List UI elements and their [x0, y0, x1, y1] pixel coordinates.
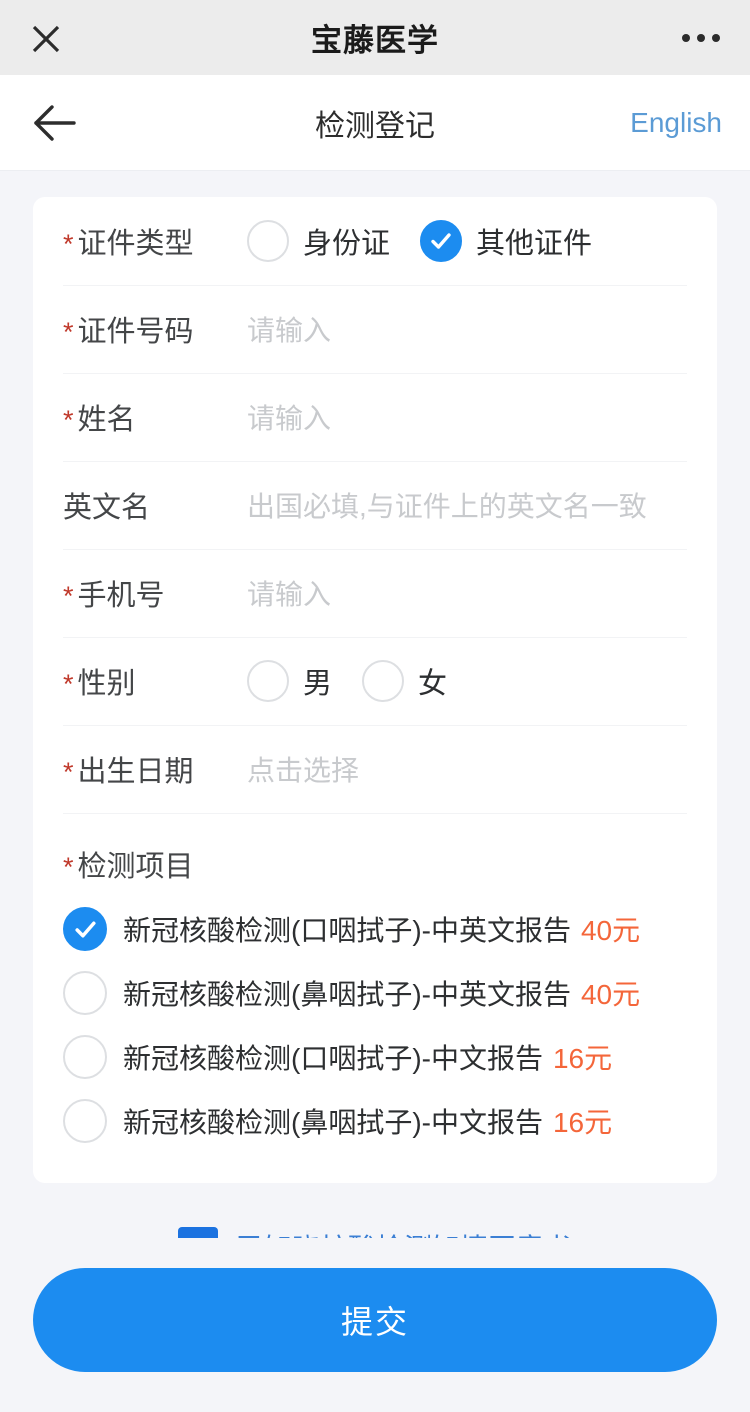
field-control-id-number[interactable]: 请输入: [247, 309, 687, 349]
radio-circle-icon: [247, 660, 289, 702]
radio-option-label: 其他证件: [476, 228, 593, 260]
radio-circle-icon: [63, 971, 107, 1015]
more-options-icon[interactable]: [682, 33, 720, 42]
test-item-price: 16元: [552, 1107, 613, 1138]
required-asterisk: *: [63, 669, 74, 699]
close-icon[interactable]: [26, 18, 66, 58]
phone-input[interactable]: 请输入: [247, 573, 331, 613]
field-row-id-number[interactable]: * 证件号码 请输入: [33, 285, 717, 373]
registration-form-card: * 证件类型 身份证 其他证件 * 证件号码 请输入 * 姓名 请输入 英文名 …: [33, 197, 717, 1183]
test-item-name: 新冠核酸检测(鼻咽拭子)-中英文报告: [123, 979, 571, 1010]
english-name-input[interactable]: 出国必填,与证件上的英文名一致: [247, 485, 647, 525]
test-item-text: 新冠核酸检测(鼻咽拭子)-中文报告 16元: [123, 1101, 612, 1141]
test-item-name: 新冠核酸检测(鼻咽拭子)-中文报告: [123, 1107, 543, 1138]
field-row-birth-date[interactable]: * 出生日期 点击选择: [33, 725, 717, 813]
wechat-chrome-bar: 宝藤医学: [0, 0, 750, 75]
dot: [697, 33, 705, 42]
birth-date-picker[interactable]: 点击选择: [247, 749, 359, 789]
field-row-phone[interactable]: * 手机号 请输入: [33, 549, 717, 637]
field-control-phone[interactable]: 请输入: [247, 573, 687, 613]
field-label-english-name: 英文名: [63, 492, 151, 524]
test-item-price: 40元: [580, 915, 641, 946]
consent-row: 已知晓核酸检测知情同意书: [33, 1227, 717, 1238]
radio-circle-icon: [362, 660, 405, 702]
field-label-gender: * 性别: [63, 668, 136, 700]
required-asterisk: *: [63, 581, 74, 611]
test-item-name: 新冠核酸检测(口咽拭子)-中英文报告: [123, 915, 571, 946]
test-item-text: 新冠核酸检测(口咽拭子)-中文报告 16元: [123, 1037, 612, 1077]
page-nav-bar: 检测登记 English: [0, 75, 750, 171]
radio-option-label: 男: [303, 668, 333, 700]
radio-circle-icon: [247, 220, 289, 262]
dot: [682, 33, 690, 42]
radio-option-male[interactable]: 男: [247, 660, 332, 702]
field-label-birth-date: * 出生日期: [63, 756, 194, 788]
submit-button[interactable]: 提交: [33, 1268, 717, 1372]
footer-bar: 提交: [0, 1238, 750, 1412]
field-control-gender: 男 女: [247, 660, 687, 702]
radio-option-label: 身份证: [303, 228, 391, 260]
required-asterisk: *: [63, 405, 74, 435]
field-label-id-number: * 证件号码: [63, 316, 194, 348]
wechat-app-title: 宝藤医学: [311, 23, 439, 58]
consent-checkbox[interactable]: [177, 1227, 218, 1238]
field-row-english-name[interactable]: 英文名 出国必填,与证件上的英文名一致: [33, 461, 717, 549]
test-item-option[interactable]: 新冠核酸检测(鼻咽拭子)-中英文报告 40元: [63, 965, 687, 1021]
field-control-english-name[interactable]: 出国必填,与证件上的英文名一致: [247, 485, 687, 525]
test-item-text: 新冠核酸检测(鼻咽拭子)-中英文报告 40元: [123, 973, 640, 1013]
field-label-test-items: * 检测项目: [63, 851, 194, 883]
field-label-name: * 姓名: [63, 404, 136, 436]
radio-checked-icon: [63, 907, 107, 951]
radio-group-gender: 男 女: [247, 660, 447, 702]
field-label-id-type: * 证件类型: [63, 228, 194, 260]
test-item-price: 16元: [552, 1043, 613, 1074]
radio-checked-icon: [420, 220, 463, 262]
test-item-option[interactable]: 新冠核酸检测(口咽拭子)-中文报告 16元: [63, 1029, 687, 1085]
required-asterisk: *: [63, 317, 74, 347]
field-row-gender: * 性别 男 女: [33, 637, 717, 725]
test-item-price: 40元: [580, 979, 641, 1010]
language-switch-link[interactable]: English: [630, 107, 722, 139]
radio-option-label: 女: [418, 668, 448, 700]
field-block-test-items: * 检测项目 新冠核酸检测(口咽拭子)-中英文报告 40元 新冠核酸检测(鼻咽拭子…: [33, 813, 717, 1149]
test-item-option[interactable]: 新冠核酸检测(口咽拭子)-中英文报告 40元: [63, 901, 687, 957]
required-asterisk: *: [63, 852, 74, 882]
test-item-text: 新冠核酸检测(口咽拭子)-中英文报告 40元: [123, 909, 640, 949]
field-control-name[interactable]: 请输入: [247, 397, 687, 437]
radio-option-female[interactable]: 女: [362, 660, 447, 702]
field-control-id-type: 身份证 其他证件: [247, 220, 687, 262]
required-asterisk: *: [63, 757, 74, 787]
id-number-input[interactable]: 请输入: [247, 309, 331, 349]
radio-circle-icon: [63, 1035, 107, 1079]
field-row-name[interactable]: * 姓名 请输入: [33, 373, 717, 461]
required-asterisk: *: [63, 229, 74, 259]
app-screen: 宝藤医学 检测登记 English * 证件类型 身份证 其他证件 * 证件号码…: [0, 0, 750, 1412]
radio-group-id-type: 身份证 其他证件: [247, 220, 592, 262]
test-item-option[interactable]: 新冠核酸检测(鼻咽拭子)-中文报告 16元: [63, 1093, 687, 1149]
radio-circle-icon: [63, 1099, 107, 1143]
radio-option-id-card[interactable]: 身份证: [247, 220, 390, 262]
radio-option-other-id[interactable]: 其他证件: [420, 220, 592, 262]
name-input[interactable]: 请输入: [247, 397, 331, 437]
dot: [712, 33, 720, 42]
arrow-left-icon[interactable]: [30, 101, 82, 145]
test-item-name: 新冠核酸检测(口咽拭子)-中文报告: [123, 1043, 543, 1074]
field-row-id-type: * 证件类型 身份证 其他证件: [33, 197, 717, 285]
field-control-birth-date[interactable]: 点击选择: [247, 749, 687, 789]
consent-agreement-link[interactable]: 已知晓核酸检测知情同意书: [236, 1227, 572, 1238]
form-scroll-area: * 证件类型 身份证 其他证件 * 证件号码 请输入 * 姓名 请输入 英文名 …: [0, 171, 750, 1238]
field-label-phone: * 手机号: [63, 580, 165, 612]
